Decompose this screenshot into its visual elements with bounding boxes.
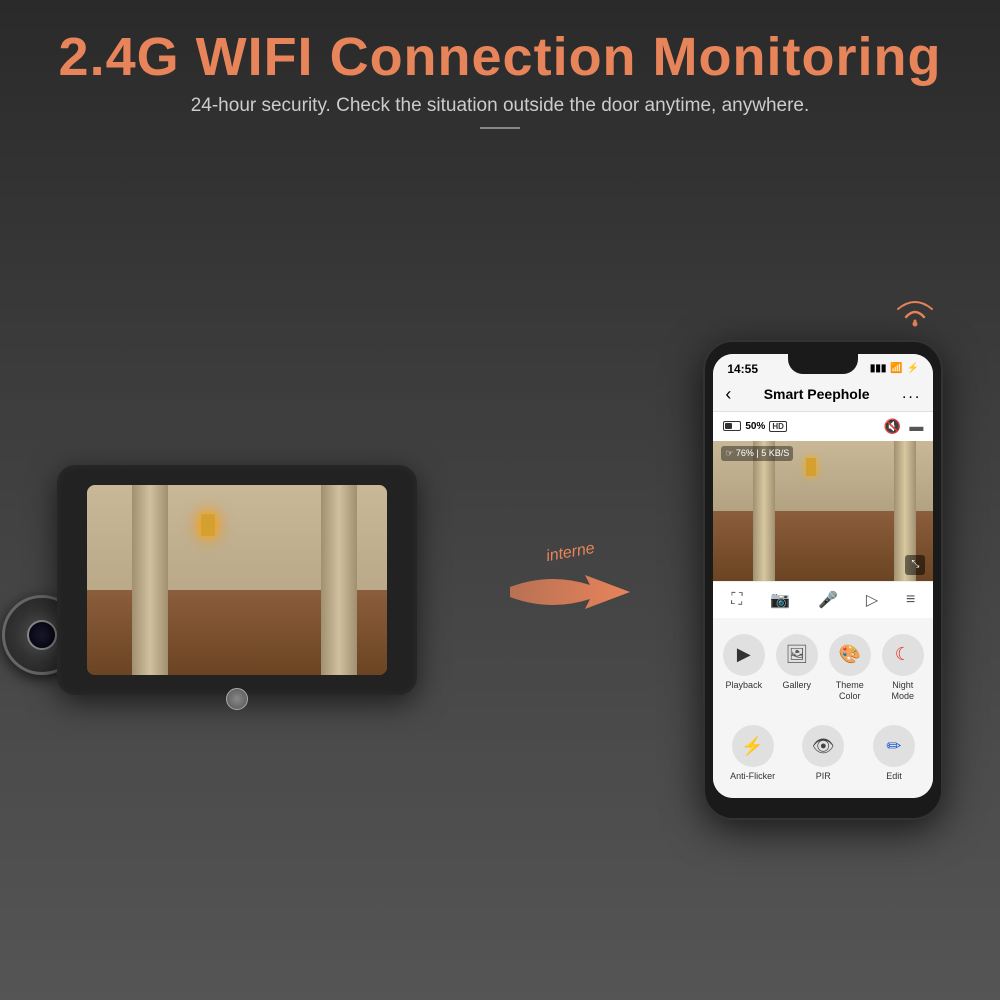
phone-screen: 14:55 ▮▮▮ 📶 ⚡ ‹ Smart Peephole ... [713,354,933,798]
camera-icon: 📷 [770,590,790,610]
theme-label: Theme Color [827,680,872,702]
menu-icon: ≡ [906,591,915,609]
wifi-icon: 📶 [890,363,902,374]
gallery-icon-circle: 🖼 [776,634,818,676]
pir-icon-circle: 👁 [802,725,844,767]
battery-icon: ⚡ [907,363,919,374]
edit-icon-circle: ✏ [873,725,915,767]
porch-column-left [132,485,168,675]
fullscreen-button[interactable]: ⛶ [731,591,742,609]
mic-button[interactable]: 🎤 [818,590,838,610]
phone-notch [788,354,858,374]
more-options-button[interactable]: ... [902,385,921,403]
arrow-shape [510,567,630,617]
night-label: Night Mode [880,680,925,702]
anti-flicker-button[interactable]: ⚡ Anti-Flicker [717,717,788,790]
main-title: 2.4G WIFI Connection Monitoring [0,28,1000,87]
app-header[interactable]: ‹ Smart Peephole ... [713,380,933,412]
expand-icon[interactable]: ⤡ [905,555,925,575]
playback-button[interactable]: ▶ Playback [717,626,770,710]
wifi-signal-overlay: ☞ 76% | 5 KB/S [721,446,793,461]
status-time: 14:55 [727,362,758,376]
theme-icon: 🎨 [839,644,861,665]
battery-hd-group: 50% HD [723,421,787,432]
device-button [226,688,248,710]
back-button[interactable]: ‹ [725,384,731,405]
video-icon: ▷ [866,590,878,610]
edit-label: Edit [886,771,902,782]
theme-color-button[interactable]: 🎨 Theme Color [823,626,876,710]
header-section: 2.4G WIFI Connection Monitoring 24-hour … [0,0,1000,129]
mic-icon: 🎤 [818,590,838,610]
theme-icon-circle: 🎨 [829,634,871,676]
hd-badge: HD [769,421,787,432]
camera-lens [27,620,57,650]
record-icon[interactable]: ▬ [909,418,923,434]
gallery-button[interactable]: 🖼 Gallery [770,626,823,710]
cam-lamp [806,458,816,476]
signal-bars-icon: ▮▮▮ [870,363,887,374]
battery-percent: 50% [745,421,765,432]
status-icons: ▮▮▮ 📶 ⚡ [870,363,919,374]
arrow-svg [510,567,630,617]
menu-button[interactable]: ≡ [906,591,915,609]
arrow-container: interne [490,544,650,617]
fullscreen-icon: ⛶ [731,591,742,609]
internet-label: interne [544,539,595,565]
pir-icon: 👁 [812,736,835,757]
video-button[interactable]: ▷ [866,590,878,610]
gallery-icon: 🖼 [785,644,808,665]
app-title: Smart Peephole [764,386,870,402]
smartphone: 14:55 ▮▮▮ 📶 ⚡ ‹ Smart Peephole ... [703,340,943,820]
anti-flicker-icon: ⚡ [741,736,763,757]
snapshot-button[interactable]: 📷 [770,590,790,610]
playback-icon: ▶ [737,644,751,665]
mute-icon[interactable]: 🔇 [884,418,901,435]
divider [480,127,520,129]
pir-label: PIR [816,771,831,782]
edit-icon: ✏ [886,736,901,757]
battery-fill [725,423,732,429]
camera-feed: ☞ 76% | 5 KB/S ⤡ [713,441,933,581]
sound-record-icons: 🔇 ▬ [884,418,923,435]
controls-row: ⛶ 📷 🎤 ▷ ≡ [713,581,933,618]
cam-column-left [753,441,775,581]
night-icon: ☾ [895,644,911,665]
device-screen [87,485,387,675]
gallery-label: Gallery [783,680,812,691]
smartphone-container: 14:55 ▮▮▮ 📶 ⚡ ‹ Smart Peephole ... [703,340,943,820]
device-body [57,465,417,695]
cam-porch-scene [713,441,933,581]
edit-button[interactable]: ✏ Edit [859,717,930,790]
door-viewer-device [57,465,437,695]
night-mode-button[interactable]: ☾ Night Mode [876,626,929,710]
anti-flicker-icon-circle: ⚡ [732,725,774,767]
anti-flicker-label: Anti-Flicker [730,771,775,782]
pir-button[interactable]: 👁 PIR [788,717,859,790]
porch-column-right [321,485,357,675]
night-icon-circle: ☾ [882,634,924,676]
porch-lamp [201,514,215,536]
info-bar: 50% HD 🔇 ▬ [713,412,933,441]
battery-body [723,421,741,431]
wifi-signal-area [888,285,943,330]
app-bottom-row: ⚡ Anti-Flicker 👁 PIR ✏ Edi [713,717,933,798]
subtitle: 24-hour security. Check the situation ou… [0,95,1000,117]
playback-label: Playback [726,680,763,691]
playback-icon-circle: ▶ [723,634,765,676]
porch-scene [87,485,387,675]
wifi-signal-svg [888,285,943,330]
content-area: interne [0,160,1000,1000]
battery-icon [723,421,741,431]
app-grid: ▶ Playback 🖼 Gallery 🎨 Th [713,618,933,718]
